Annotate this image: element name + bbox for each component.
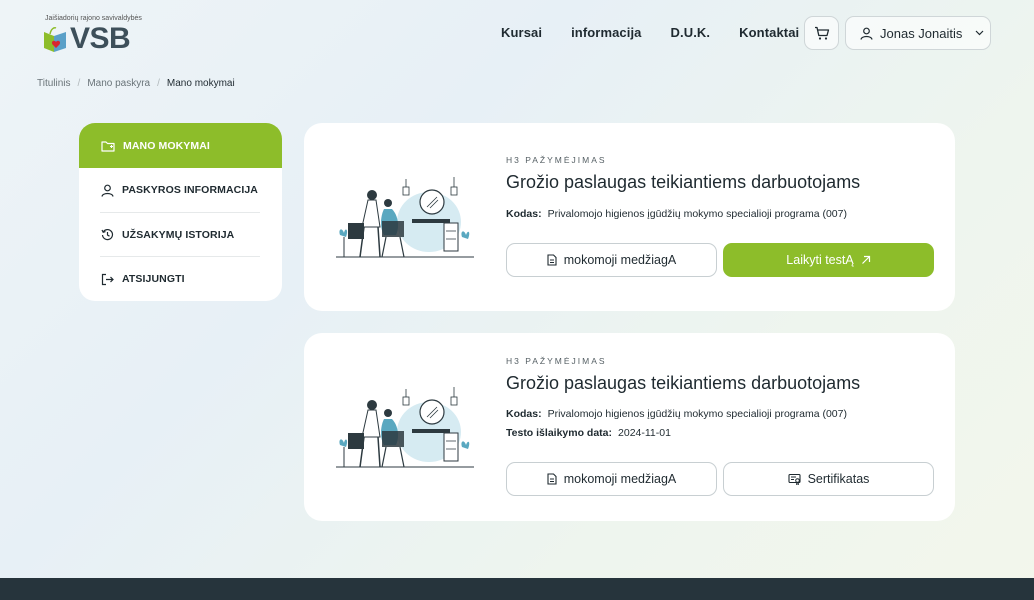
cart-button[interactable]: [804, 16, 839, 50]
breadcrumb: Titulinis / Mano paskyra / Mano mokymai: [37, 78, 235, 89]
account-sidebar: MANO MOKYMAI PASKYROS INFORMACIJA UŽSAKY…: [79, 123, 282, 301]
course-category: H3 PAŽYMĖJIMAS: [506, 155, 607, 165]
arrow-up-right-icon: [861, 255, 870, 264]
nav-informacija[interactable]: informacija: [571, 25, 641, 40]
sidebar-item-label: MANO MOKYMAI: [123, 139, 210, 152]
document-icon: [547, 473, 557, 485]
breadcrumb-home[interactable]: Titulinis: [37, 78, 71, 89]
sidebar-item-label: UŽSAKYMŲ ISTORIJA: [122, 228, 235, 241]
button-label: Laikyti testĄ: [786, 253, 854, 267]
date-label: Testo išlaikymo data:: [506, 427, 613, 439]
logo[interactable]: Jaišiadorių rajono savivaldybės VSB: [42, 12, 142, 56]
course-title: Grožio paslaugas teikiantiems darbuotoja…: [506, 172, 861, 192]
test-date: Testo išlaikymo data: 2024-11-01: [506, 427, 671, 439]
nav-kursai[interactable]: Kursai: [501, 25, 542, 40]
sidebar-item-label: ATSIJUNGTI: [122, 273, 185, 286]
breadcrumb-account[interactable]: Mano paskyra: [87, 78, 150, 89]
course-code: Kodas: Privalomojo higienos įgūdžių mokym…: [506, 408, 847, 420]
code-label: Kodas:: [506, 408, 542, 420]
cart-icon: [814, 26, 829, 40]
sidebar-item-account-info[interactable]: PASKYROS INFORMACIJA: [79, 168, 282, 213]
sidebar-item-label: PASKYROS INFORMACIJA: [122, 184, 258, 197]
course-material-button[interactable]: mokomoji medžiagA: [506, 462, 717, 496]
course-card: H3 PAŽYMĖJIMAS Grožio paslaugas teikiant…: [304, 123, 955, 311]
code-label: Kodas:: [506, 208, 542, 220]
history-icon: [101, 229, 114, 241]
sidebar-item-my-courses[interactable]: MANO MOKYMAI: [79, 123, 282, 168]
user-menu-button[interactable]: Jonas Jonaitis: [845, 16, 991, 50]
certificate-button[interactable]: Sertifikatas: [723, 462, 934, 496]
sidebar-item-logout[interactable]: ATSIJUNGTI: [79, 257, 282, 301]
sidebar-item-order-history[interactable]: UŽSAKYMŲ ISTORIJA: [79, 213, 282, 257]
document-icon: [547, 254, 557, 266]
main-nav: Kursai informacija D.U.K. Kontaktai: [501, 25, 828, 40]
course-code: Kodas: Privalomojo higienos įgūdžių mokym…: [506, 208, 847, 220]
button-label: Sertifikatas: [807, 472, 870, 486]
beauty-salon-illustration: [336, 387, 474, 468]
logo-subtitle: Jaišiadorių rajono savivaldybės: [45, 15, 142, 22]
user-name: Jonas Jonaitis: [880, 25, 963, 41]
breadcrumb-separator: /: [157, 78, 160, 89]
logo-mark-icon: [44, 27, 66, 52]
code-value: Privalomojo higienos įgūdžių mokymo spec…: [547, 408, 847, 420]
take-test-button[interactable]: Laikyti testĄ: [723, 243, 934, 277]
user-icon: [860, 27, 873, 40]
nav-duk[interactable]: D.U.K.: [671, 25, 711, 40]
course-title: Grožio paslaugas teikiantiems darbuotoja…: [506, 373, 861, 393]
course-card: H3 PAŽYMĖJIMAS Grožio paslaugas teikiant…: [304, 333, 955, 521]
course-category: H3 PAŽYMĖJIMAS: [506, 356, 607, 366]
footer: [0, 578, 1034, 600]
header: Jaišiadorių rajono savivaldybės VSB Kurs…: [0, 0, 1034, 66]
button-label: mokomoji medžiagA: [563, 253, 677, 267]
nav-kontaktai[interactable]: Kontaktai: [739, 25, 799, 40]
beauty-salon-illustration: [336, 177, 474, 258]
code-value: Privalomojo higienos įgūdžių mokymo spec…: [547, 208, 847, 220]
logo-text: VSB: [70, 22, 131, 55]
logout-icon: [101, 273, 114, 285]
folder-icon: [101, 140, 115, 152]
course-material-button[interactable]: mokomoji medžiagA: [506, 243, 717, 277]
date-value: 2024-11-01: [618, 427, 671, 439]
breadcrumb-separator: /: [77, 78, 81, 89]
chevron-down-icon: [975, 30, 984, 36]
breadcrumb-current: Mano mokymai: [166, 78, 235, 89]
certificate-icon: [788, 473, 801, 485]
user-icon: [101, 184, 114, 197]
button-label: mokomoji medžiagA: [563, 472, 677, 486]
